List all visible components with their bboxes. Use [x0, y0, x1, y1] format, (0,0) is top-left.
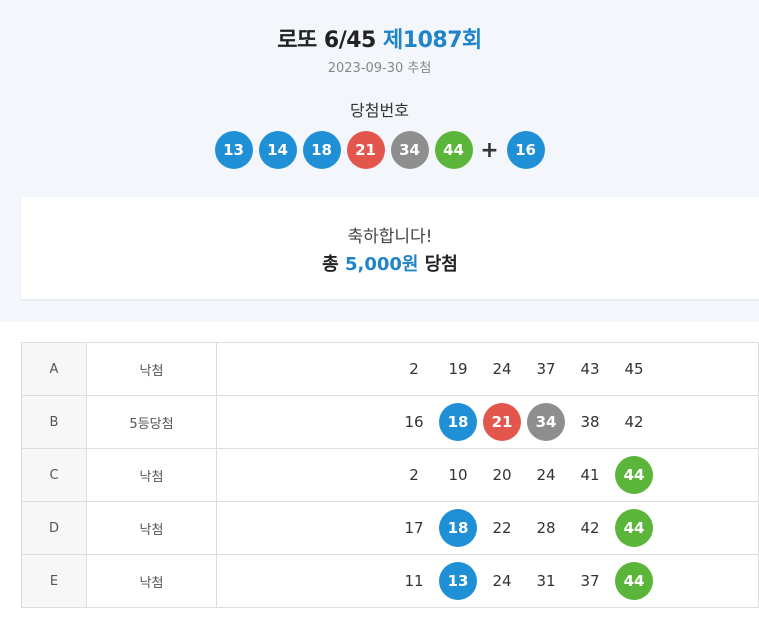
draw-date: 2023-09-30 추첨	[327, 61, 432, 76]
game-label: A	[21, 342, 87, 396]
game-number: 37	[580, 572, 600, 590]
games-table: A 낙첨 2 19 24 37 43 45 B 5등당첨 16 18 21 34 38 42 C 낙첨 2 10 20 2…	[21, 342, 759, 608]
game-number: 37	[536, 360, 556, 378]
title-prefix: 로또 6/45	[277, 28, 376, 53]
prize-amount: 5,000원	[344, 254, 419, 275]
game-number: 2	[409, 360, 419, 378]
congrats-message: 축하합니다!	[347, 227, 433, 247]
game-number: 19	[448, 360, 468, 378]
matched-number-ball: 21	[483, 403, 521, 441]
game-number: 20	[492, 466, 512, 484]
plus-sign: +	[480, 137, 499, 163]
matched-number-ball: 44	[615, 456, 653, 494]
game-number: 2	[409, 466, 419, 484]
game-number: 17	[404, 519, 424, 537]
bonus-ball: 16	[506, 131, 545, 169]
game-number: 22	[492, 519, 512, 537]
winning-ball: 34	[390, 131, 429, 169]
matched-number-ball: 18	[439, 509, 477, 547]
game-number: 28	[536, 519, 556, 537]
draw-summary-panel: 로또 6/45 제1087회 2023-09-30 추첨 당첨번호 13 14 18…	[0, 0, 759, 322]
game-row: C 낙첨 2 10 20 24 41 44	[21, 448, 759, 502]
game-number: 45	[624, 360, 644, 378]
game-result: 낙첨	[86, 448, 217, 502]
game-label: B	[21, 395, 87, 449]
matched-number-ball: 44	[615, 509, 653, 547]
game-number: 24	[536, 466, 556, 484]
game-row: B 5등당첨 16 18 21 34 38 42	[21, 395, 759, 449]
prize-suffix: 당첨	[424, 254, 458, 275]
matched-number-ball: 18	[439, 403, 477, 441]
winning-ball: 13	[214, 131, 253, 169]
winning-ball: 14	[258, 131, 297, 169]
winning-ball: 21	[346, 131, 385, 169]
game-numbers: 11 13 24 31 37 44	[216, 554, 759, 608]
game-number: 16	[404, 413, 424, 431]
game-row: D 낙첨 17 18 22 28 42 44	[21, 501, 759, 555]
game-number: 24	[492, 572, 512, 590]
game-label: E	[21, 554, 87, 608]
prize-prefix: 총	[322, 254, 339, 275]
game-result: 낙첨	[86, 342, 217, 396]
game-number-list: 2 10 20 24 41 44	[395, 456, 659, 494]
game-number: 31	[536, 572, 556, 590]
game-numbers: 2 10 20 24 41 44	[216, 448, 759, 502]
game-row: A 낙첨 2 19 24 37 43 45	[21, 342, 759, 396]
game-result: 낙첨	[86, 554, 217, 608]
game-number: 11	[404, 572, 424, 590]
winning-numbers: 13 14 18 21 34 44 +16	[0, 131, 759, 169]
winning-ball: 44	[434, 131, 473, 169]
game-number-list: 16 18 21 34 38 42	[395, 403, 659, 441]
winning-ball: 18	[302, 131, 341, 169]
game-number: 42	[624, 413, 644, 431]
game-number-list: 2 19 24 37 43 45	[395, 350, 659, 388]
game-number: 24	[492, 360, 512, 378]
game-row: E 낙첨 11 13 24 31 37 44	[21, 554, 759, 608]
game-number: 10	[448, 466, 468, 484]
game-number-list: 17 18 22 28 42 44	[395, 509, 659, 547]
game-result: 5등당첨	[86, 395, 217, 449]
game-label: C	[21, 448, 87, 502]
game-numbers: 17 18 22 28 42 44	[216, 501, 759, 555]
game-result: 낙첨	[86, 501, 217, 555]
game-number-list: 11 13 24 31 37 44	[395, 562, 659, 600]
game-numbers: 2 19 24 37 43 45	[216, 342, 759, 396]
winning-numbers-label: 당첨번호	[350, 101, 409, 120]
page-title: 로또 6/45 제1087회	[0, 22, 759, 54]
matched-number-ball: 44	[615, 562, 653, 600]
game-number: 41	[580, 466, 600, 484]
matched-number-ball: 13	[439, 562, 477, 600]
game-numbers: 16 18 21 34 38 42	[216, 395, 759, 449]
game-number: 38	[580, 413, 600, 431]
game-number: 42	[580, 519, 600, 537]
prize-total: 총 5,000원 당첨	[21, 250, 759, 276]
draw-round: 제1087회	[383, 28, 482, 53]
matched-number-ball: 34	[527, 403, 565, 441]
game-number: 43	[580, 360, 600, 378]
game-label: D	[21, 501, 87, 555]
result-card: 축하합니다! 총 5,000원 당첨	[21, 197, 759, 299]
